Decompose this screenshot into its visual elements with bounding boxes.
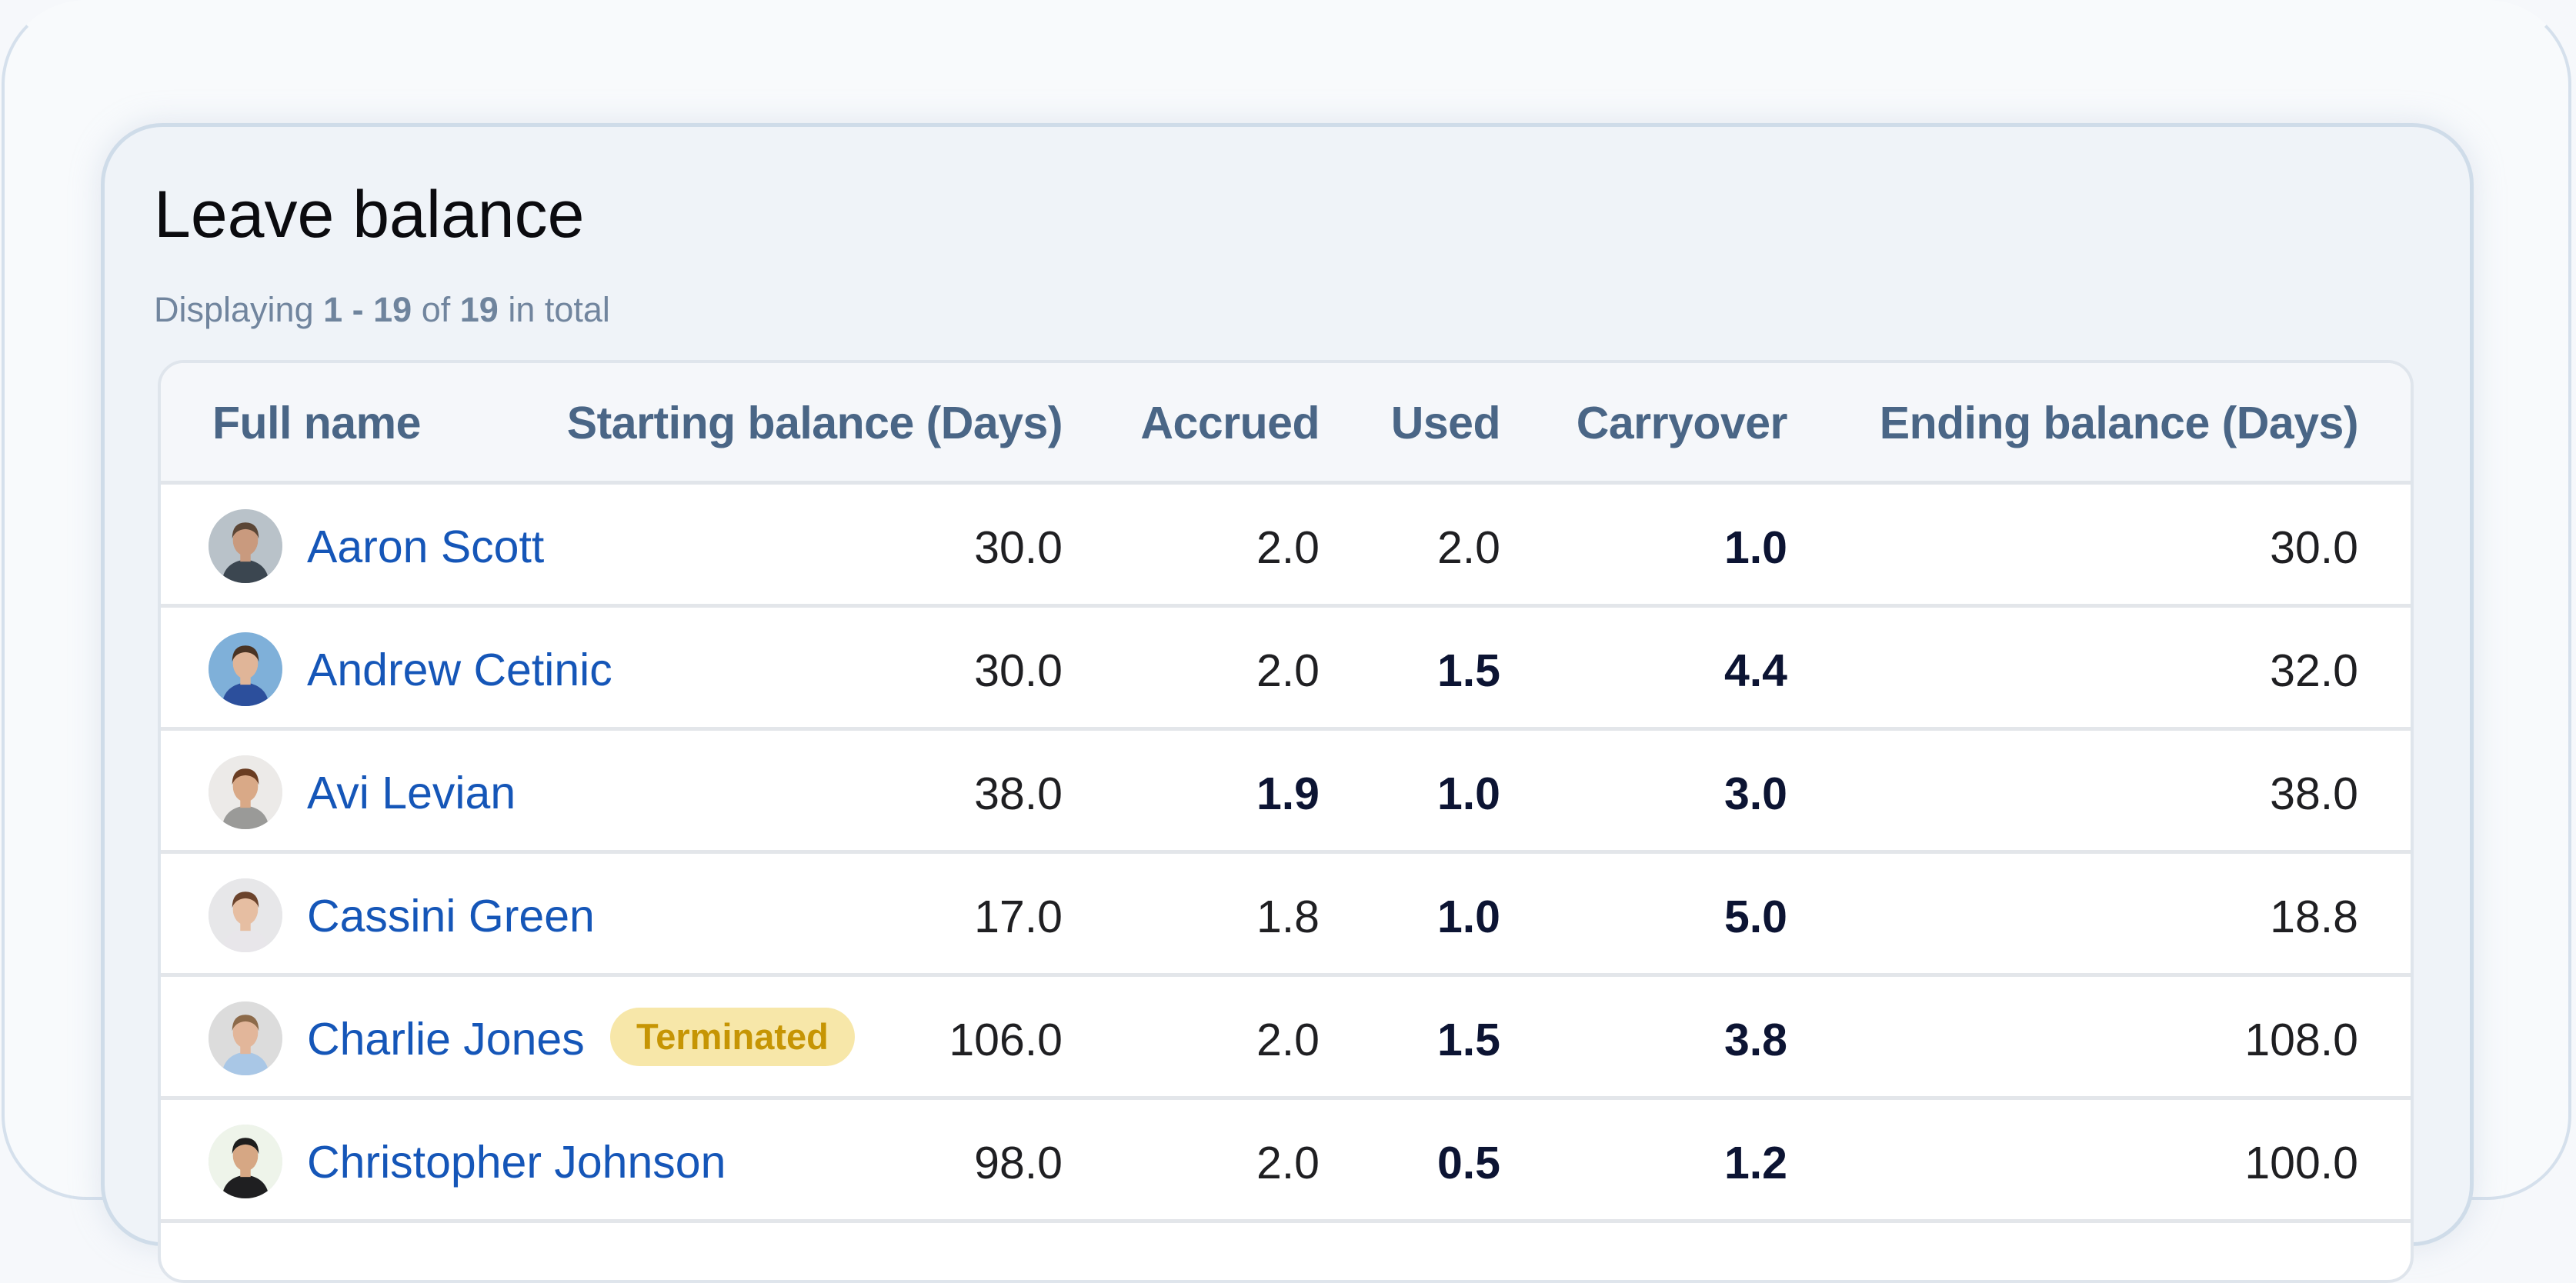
avatar [209,878,282,952]
table-row[interactable]: Cassini Green 17.0 1.8 1.0 5.0 18.8 [161,854,2411,977]
avatar-photo-icon [209,1001,282,1075]
cell-used: 1.5 [1436,645,1500,696]
column-header-starting-balance[interactable]: Starting balance (Days) [567,397,1063,449]
summary-prefix: Displaying [154,290,314,329]
employee-name-link[interactable]: Christopher Johnson [307,1136,726,1188]
column-header-used[interactable]: Used [1391,397,1501,449]
cell-starting-balance: 30.0 [974,522,1063,573]
cell-used: 1.0 [1436,891,1500,942]
table-row[interactable]: Andrew Cetinic 30.0 2.0 1.5 4.4 32.0 [161,608,2411,731]
cell-starting-balance: 106.0 [949,1015,1063,1065]
cell-carryover: 1.2 [1723,1138,1787,1188]
table-header: Full name Starting balance (Days) Accrue… [161,363,2411,485]
avatar [209,632,282,706]
summary-suffix: in total [508,290,610,329]
summary-total: 19 [459,290,499,329]
status-badge: Terminated [610,1008,855,1066]
cell-accrued: 1.9 [1256,768,1320,819]
cell-carryover: 5.0 [1723,891,1787,942]
cell-carryover: 1.0 [1723,522,1787,573]
leave-balance-table: Full name Starting balance (Days) Accrue… [158,360,2414,1283]
cell-starting-balance: 98.0 [974,1138,1063,1188]
column-header-carryover[interactable]: Carryover [1577,397,1788,449]
column-header-ending-balance[interactable]: Ending balance (Days) [1880,397,2359,449]
cell-ending-balance: 38.0 [2270,768,2358,819]
cell-starting-balance: 17.0 [974,891,1063,942]
avatar [209,1001,282,1075]
page-title: Leave balance [154,178,585,252]
avatar-photo-icon [209,509,282,583]
avatar [209,1125,282,1198]
employee-name-link[interactable]: Cassini Green [307,890,595,942]
summary-of: of [421,290,451,329]
cell-accrued: 1.8 [1256,891,1320,942]
cell-starting-balance: 30.0 [974,645,1063,696]
cell-accrued: 2.0 [1256,645,1320,696]
avatar-photo-icon [209,1125,282,1198]
avatar-photo-icon [209,878,282,952]
table-row[interactable]: Avi Levian 38.0 1.9 1.0 3.0 38.0 [161,731,2411,854]
cell-ending-balance: 30.0 [2270,522,2358,573]
column-header-accrued[interactable]: Accrued [1140,397,1320,449]
table-row[interactable]: Christopher Johnson 98.0 2.0 0.5 1.2 100.0 [161,1100,2411,1223]
cell-used: 1.0 [1436,768,1500,819]
cell-used: 0.5 [1436,1138,1500,1188]
employee-name-link[interactable]: Charlie Jones [307,1013,585,1065]
employee-name-link[interactable]: Andrew Cetinic [307,644,612,696]
cell-accrued: 2.0 [1256,1015,1320,1065]
cell-ending-balance: 100.0 [2244,1138,2358,1188]
cell-carryover: 3.0 [1723,768,1787,819]
avatar [209,755,282,829]
cell-ending-balance: 32.0 [2270,645,2358,696]
cell-carryover: 3.8 [1723,1015,1787,1065]
cell-starting-balance: 38.0 [974,768,1063,819]
cell-ending-balance: 108.0 [2244,1015,2358,1065]
cell-accrued: 2.0 [1256,1138,1320,1188]
cell-used: 1.5 [1436,1015,1500,1065]
column-header-full-name[interactable]: Full name [212,397,421,449]
employee-name-link[interactable]: Aaron Scott [307,521,544,573]
avatar-photo-icon [209,755,282,829]
avatar [209,509,282,583]
cell-used: 2.0 [1436,522,1500,573]
results-summary: Displaying 1 - 19 of 19 in total [154,290,610,330]
cell-ending-balance: 18.8 [2270,891,2358,942]
table-row[interactable]: Aaron Scott 30.0 2.0 2.0 1.0 30.0 [161,485,2411,608]
summary-range: 1 - 19 [323,290,412,329]
cell-carryover: 4.4 [1723,645,1787,696]
table-row[interactable]: Charlie Jones Terminated 106.0 2.0 1.5 3.8 108… [161,977,2411,1100]
employee-name-link[interactable]: Avi Levian [307,767,516,819]
cell-accrued: 2.0 [1256,522,1320,573]
avatar-photo-icon [209,632,282,706]
